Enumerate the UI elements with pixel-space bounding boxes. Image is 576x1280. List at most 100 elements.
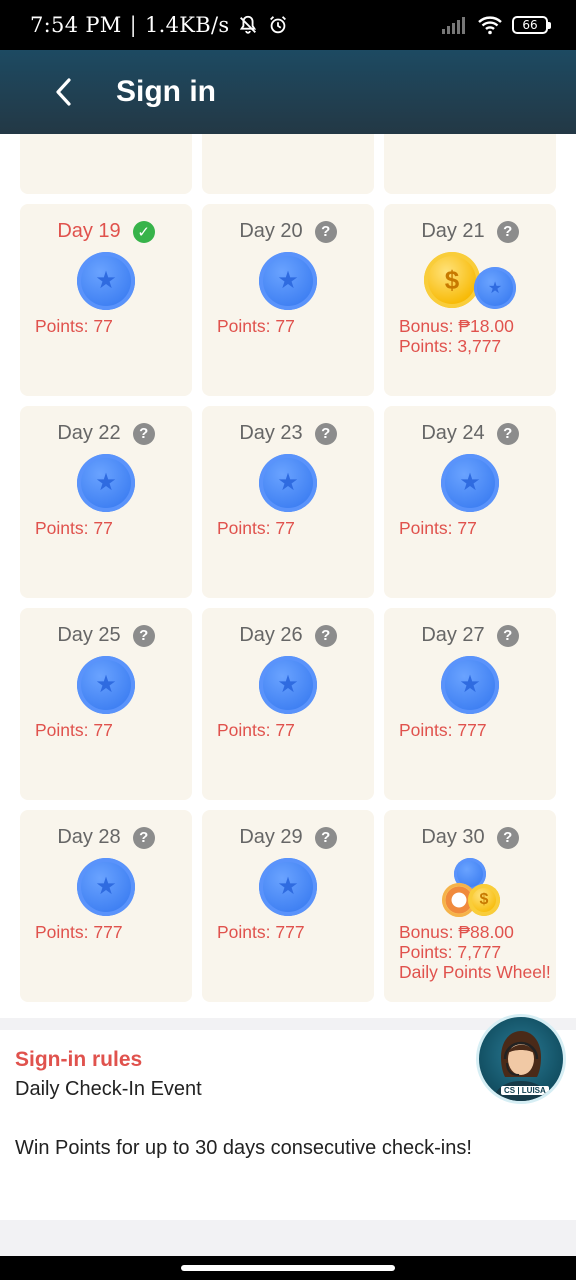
points-text: Points: 7,777 [399, 942, 502, 962]
day-label: Day 29 [239, 826, 303, 848]
star-icon: ★ [459, 671, 481, 698]
day-header: Day 19 ✓ [20, 220, 192, 243]
chevron-left-icon [56, 78, 71, 106]
points-text: Points: 777 [399, 720, 487, 740]
day-card[interactable]: Day 21? $ ★ Bonus: ₱18.00 Points: 3,777 [384, 204, 556, 396]
star-icon: ★ [277, 671, 299, 698]
day-label: Day 24 [421, 422, 485, 444]
day-card[interactable]: Day 22? ★ Points: 77 [20, 406, 192, 598]
day-card[interactable]: Day 29? ★ Points: 777 [202, 810, 374, 1002]
points-text: Points: 777 [217, 922, 305, 942]
day-label: Day 25 [57, 624, 121, 646]
day-card[interactable]: Day 19 ✓ ★ Points: 77 [20, 204, 192, 396]
day-header: Day 30? [384, 826, 556, 849]
blue-coin-icon: ★ [474, 267, 516, 309]
points-coin-icon: ★ [441, 656, 499, 714]
gold-coin-icon: $ [424, 252, 480, 308]
signal-icon [442, 17, 465, 34]
help-icon[interactable]: ? [496, 826, 519, 849]
help-icon[interactable]: ? [496, 624, 519, 647]
points-text: Points: 3,777 [399, 336, 502, 356]
day-header: Day 29? [202, 826, 374, 849]
points-coin-icon: ★ [259, 858, 317, 916]
star-icon: ★ [277, 267, 299, 294]
day-card[interactable]: Day 24? ★ Points: 77 [384, 406, 556, 598]
star-icon: ★ [95, 671, 117, 698]
day-card[interactable]: Day 20? ★ Points: 77 [202, 204, 374, 396]
points-coin-icon: ★ [441, 454, 499, 512]
day-card[interactable]: Day 23? ★ Points: 77 [202, 406, 374, 598]
day-label: Day 21 [421, 220, 485, 242]
star-icon: ★ [95, 873, 117, 900]
star-icon: ★ [459, 469, 481, 496]
points-text: Points: 77 [217, 720, 295, 740]
day-header: Day 26? [202, 624, 374, 647]
day-header: Day 21? [384, 220, 556, 243]
points-text: Points: 77 [35, 316, 113, 336]
day-header: Day 23? [202, 422, 374, 445]
bonus-text: Bonus: ₱88.00 [399, 922, 514, 942]
day-label: Day 23 [239, 422, 303, 444]
star-icon: ★ [95, 267, 117, 294]
customer-service-avatar[interactable]: CS | LUISA [476, 1014, 566, 1104]
gold-coin-icon: $ [468, 884, 500, 916]
day-card[interactable]: Day 28? ★ Points: 777 [20, 810, 192, 1002]
page-title: Sign in [116, 75, 216, 108]
day-header: Day 20? [202, 220, 374, 243]
rules-subtitle: Daily Check-In Event [15, 1078, 202, 1100]
battery-icon: 66 [512, 16, 551, 34]
day-card[interactable]: Day 25? ★ Points: 77 [20, 608, 192, 800]
star-icon: ★ [277, 873, 299, 900]
day-label: Day 27 [421, 624, 485, 646]
day-header: Day 28? [20, 826, 192, 849]
status-right: 66 [442, 15, 551, 35]
day-card-partial[interactable] [202, 134, 374, 194]
help-icon[interactable]: ? [496, 220, 519, 243]
day-card[interactable]: Day 30? $ Bonus: ₱88.00 Points: 7,777 Daily … [384, 810, 556, 1002]
points-coin-icon: ★ [259, 454, 317, 512]
day-card-partial[interactable] [384, 134, 556, 194]
bell-muted-icon [240, 15, 257, 34]
help-icon[interactable]: ? [314, 220, 337, 243]
points-text: Points: 77 [217, 316, 295, 336]
help-icon[interactable]: ? [132, 826, 155, 849]
bonus-text: Bonus: ₱18.00 [399, 316, 514, 336]
back-button[interactable] [34, 62, 94, 122]
check-icon: ✓ [132, 220, 155, 243]
day-card-partial[interactable] [20, 134, 192, 194]
points-text: Points: 777 [35, 922, 123, 942]
points-coin-icon: ★ [259, 252, 317, 310]
status-bar: 7:54 PM | 1.4KB/s 66 [0, 0, 576, 50]
home-indicator[interactable] [181, 1265, 395, 1271]
day-label: Day 20 [239, 220, 303, 242]
points-coin-icon: ★ [77, 454, 135, 512]
day-card[interactable]: Day 27? ★ Points: 777 [384, 608, 556, 800]
app-header: Sign in [0, 50, 576, 134]
help-icon[interactable]: ? [314, 826, 337, 849]
battery-level: 66 [522, 18, 538, 32]
points-text: Points: 77 [35, 518, 113, 538]
points-text: Points: 77 [399, 518, 477, 538]
help-icon[interactable]: ? [132, 624, 155, 647]
points-text: Daily Points Wheel! [399, 962, 551, 982]
day-card[interactable]: Day 26? ★ Points: 77 [202, 608, 374, 800]
day-label: Day 26 [239, 624, 303, 646]
points-text: Points: 77 [217, 518, 295, 538]
help-icon[interactable]: ? [314, 624, 337, 647]
status-left: 7:54 PM | 1.4KB/s [30, 13, 289, 37]
navigation-bar [0, 1256, 576, 1280]
alarm-icon [270, 16, 287, 34]
star-icon: ★ [277, 469, 299, 496]
day-header: Day 22? [20, 422, 192, 445]
day-label: Day 28 [57, 826, 121, 848]
day-label: Day 19 [57, 220, 121, 242]
help-icon[interactable]: ? [314, 422, 337, 445]
help-icon[interactable]: ? [132, 422, 155, 445]
day-header: Day 24? [384, 422, 556, 445]
points-coin-icon: ★ [77, 252, 135, 310]
wifi-icon [478, 16, 502, 35]
day-header: Day 25? [20, 624, 192, 647]
day-label: Day 30 [421, 826, 485, 848]
network-speed: 1.4KB/s [144, 13, 230, 37]
help-icon[interactable]: ? [496, 422, 519, 445]
